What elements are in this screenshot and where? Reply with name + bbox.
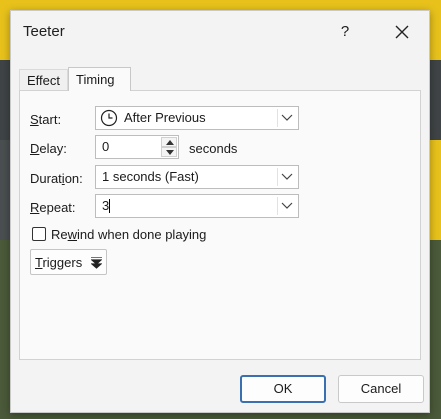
duration-label: Duration: [30,171,83,186]
timing-panel: Start: After Previous Delay: 0 seconds D… [19,90,421,360]
delay-label: Delay: [30,141,67,156]
start-dropdown-arrow[interactable] [277,109,296,127]
delay-unit: seconds [189,141,238,156]
dialog-title: Teeter [23,23,65,40]
duration-select[interactable]: 1 seconds (Fast) [95,165,299,189]
text-caret [109,199,110,213]
timing-dialog: Teeter ? Effect Timing Start: After Prev… [10,10,430,413]
start-value: After Previous [124,110,206,125]
cancel-button[interactable]: Cancel [338,375,424,403]
chevron-down-icon [281,173,293,180]
delay-spinbox[interactable]: 0 [95,135,179,159]
start-select[interactable]: After Previous [95,106,299,130]
double-chevron-down-icon [91,257,102,269]
triggers-label: Triggers [35,255,83,270]
start-label: Start: [30,112,62,127]
help-button[interactable]: ? [331,19,359,45]
chevron-down-icon [281,202,293,209]
delay-decrement[interactable] [161,147,177,157]
clock-icon [100,109,118,127]
delay-increment[interactable] [161,137,177,147]
arrow-up-icon [166,140,174,145]
delay-value: 0 [102,139,110,154]
arrow-down-icon [166,150,174,155]
tab-effect[interactable]: Effect [19,69,68,91]
duration-dropdown-arrow[interactable] [277,168,296,186]
tab-timing[interactable]: Timing [68,67,131,91]
chevron-down-icon [281,114,293,121]
repeat-label: Repeat: [30,200,76,215]
triggers-button[interactable]: Triggers [30,249,107,275]
repeat-dropdown-arrow[interactable] [277,197,296,215]
duration-value: 1 seconds (Fast) [102,169,199,184]
repeat-select[interactable]: 3 [95,194,299,218]
ok-button[interactable]: OK [240,375,326,403]
rewind-checkbox[interactable] [32,227,46,241]
rewind-label[interactable]: Rewind when done playing [51,227,206,242]
dialog-titlebar: Teeter ? [11,11,429,53]
close-button[interactable] [387,19,417,45]
close-icon [395,25,409,39]
